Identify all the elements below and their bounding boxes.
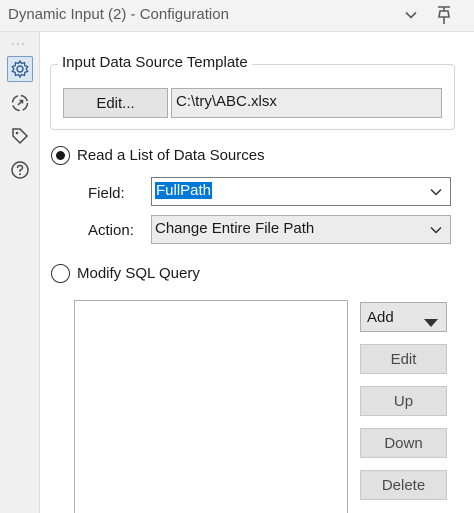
connection-icon[interactable] bbox=[7, 90, 33, 116]
action-select[interactable]: Change Entire File Path bbox=[151, 215, 451, 244]
read-list-label: Read a List of Data Sources bbox=[77, 147, 265, 164]
up-button[interactable]: Up bbox=[360, 386, 447, 416]
action-label: Action: bbox=[88, 222, 134, 239]
field-select-value: FullPath bbox=[155, 182, 213, 199]
action-select-value: Change Entire File Path bbox=[155, 220, 315, 237]
title-bar: Dynamic Input (2) - Configuration bbox=[0, 0, 474, 32]
chevron-down-icon[interactable] bbox=[428, 222, 444, 238]
chevron-down-icon[interactable] bbox=[400, 4, 422, 26]
tag-icon[interactable] bbox=[7, 123, 33, 149]
modify-sql-radio[interactable] bbox=[51, 264, 70, 283]
help-icon[interactable] bbox=[7, 157, 33, 183]
edit-button[interactable]: Edit bbox=[360, 344, 447, 374]
pin-icon[interactable] bbox=[433, 4, 455, 26]
sql-actions-list[interactable] bbox=[74, 300, 348, 513]
radio-selected-dot bbox=[55, 150, 65, 160]
read-list-radio[interactable] bbox=[51, 146, 70, 165]
field-select[interactable]: FullPath bbox=[151, 177, 451, 206]
template-edit-button[interactable]: Edit... bbox=[63, 88, 168, 118]
window-title: Dynamic Input (2) - Configuration bbox=[8, 6, 229, 23]
delete-button[interactable]: Delete bbox=[360, 470, 447, 500]
down-button[interactable]: Down bbox=[360, 428, 447, 458]
modify-sql-label: Modify SQL Query bbox=[77, 265, 200, 282]
template-path-field: C:\try\ABC.xlsx bbox=[171, 88, 442, 118]
add-button-label: Add bbox=[367, 308, 394, 326]
template-group-label: Input Data Source Template bbox=[58, 54, 252, 71]
chevron-down-icon[interactable] bbox=[428, 184, 444, 200]
gear-icon[interactable] bbox=[7, 56, 33, 82]
dropdown-arrow-icon bbox=[424, 314, 438, 331]
add-dropdown-button[interactable]: Add bbox=[360, 302, 447, 332]
field-label: Field: bbox=[88, 185, 125, 202]
more-icon[interactable]: ··· bbox=[11, 36, 26, 50]
sidebar: ··· bbox=[0, 32, 40, 513]
